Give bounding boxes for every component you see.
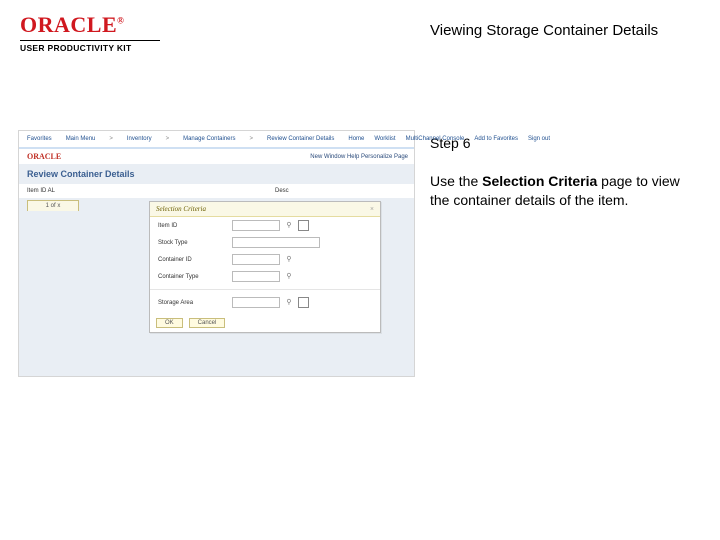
app-page-header: Review Container Details xyxy=(19,164,414,184)
selection-criteria-panel: Selection Criteria × Item ID ⚲ Stock Typ… xyxy=(149,201,381,333)
page-title: Viewing Storage Container Details xyxy=(430,22,658,39)
item-id-checkbox[interactable] xyxy=(298,220,309,231)
app-top-nav: Favorites Main Menu > Inventory > Manage… xyxy=(19,131,414,149)
container-id-input[interactable] xyxy=(232,254,280,265)
lookup-icon[interactable]: ⚲ xyxy=(284,272,294,281)
lookup-icon[interactable]: ⚲ xyxy=(284,298,294,307)
brand-registered: ® xyxy=(117,16,124,26)
brand-wordmark: ORACLE® xyxy=(20,14,170,36)
field-label-stock-type: Stock Type xyxy=(158,240,228,246)
ok-button[interactable]: OK xyxy=(156,318,183,328)
field-label-container-id: Container ID xyxy=(158,257,228,263)
cancel-button[interactable]: Cancel xyxy=(189,318,226,328)
field-label-item-id: Item ID xyxy=(158,223,228,229)
app-page-title: Review Container Details xyxy=(27,169,414,179)
lookup-icon[interactable]: ⚲ xyxy=(284,255,294,264)
stock-type-input[interactable] xyxy=(232,237,320,248)
app-status-links[interactable]: New Window Help Personalize Page xyxy=(310,154,414,160)
app-brandbar: ORACLE New Window Help Personalize Page xyxy=(19,149,414,164)
nav-item[interactable]: Main Menu xyxy=(66,136,96,142)
brand-divider xyxy=(20,40,160,41)
step-text-bold: Selection Criteria xyxy=(482,173,597,189)
brand-name: ORACLE xyxy=(20,12,117,37)
container-type-input[interactable] xyxy=(232,271,280,282)
nav-right-item[interactable]: Add to Favorites xyxy=(474,136,518,142)
step-instruction: Use the Selection Criteria page to view … xyxy=(430,172,700,210)
step-text-prefix: Use the xyxy=(430,173,482,189)
panel-footer: OK Cancel xyxy=(156,318,225,328)
storage-area-input[interactable] xyxy=(232,297,280,308)
close-icon[interactable]: × xyxy=(370,205,374,213)
field-label-container-type: Container Type xyxy=(158,274,228,280)
nav-item[interactable]: Manage Containers xyxy=(183,136,235,142)
nav-item[interactable]: Favorites xyxy=(27,136,52,142)
brand-subline: USER PRODUCTIVITY KIT xyxy=(20,43,170,53)
nav-item[interactable]: Review Container Details xyxy=(267,136,334,142)
panel-title-text: Selection Criteria xyxy=(156,205,206,213)
nav-right-item[interactable]: Worklist xyxy=(374,136,395,142)
nav-right-item[interactable]: Sign out xyxy=(528,136,550,142)
embedded-screenshot: Favorites Main Menu > Inventory > Manage… xyxy=(18,130,415,377)
field-label-storage-area: Storage Area xyxy=(158,300,228,306)
record-tab[interactable]: 1 of x xyxy=(27,200,79,211)
brand-logo: ORACLE® USER PRODUCTIVITY KIT xyxy=(20,14,170,53)
nav-home[interactable]: Home xyxy=(348,136,364,142)
lookup-icon[interactable]: ⚲ xyxy=(284,221,294,230)
panel-titlebar: Selection Criteria × xyxy=(150,202,380,217)
info-left: Item ID AL xyxy=(27,188,55,194)
storage-area-checkbox[interactable] xyxy=(298,297,309,308)
nav-item[interactable]: Inventory xyxy=(127,136,152,142)
panel-divider xyxy=(150,289,380,290)
item-id-input[interactable] xyxy=(232,220,280,231)
app-brand: ORACLE xyxy=(27,152,61,161)
nav-right-item[interactable]: MultiChannel Console xyxy=(406,136,465,142)
app-info-row: Item ID AL Desc xyxy=(19,184,414,198)
info-right: Desc xyxy=(275,188,289,194)
